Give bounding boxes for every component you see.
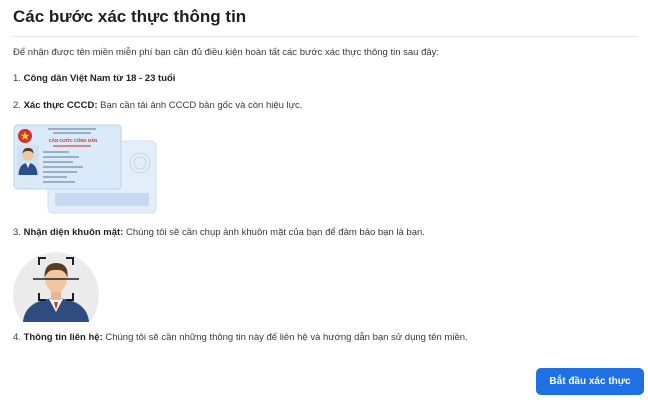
step-2-number: 2.: [13, 100, 21, 111]
intro-text: Để nhận được tên miền miễn phí bạn cần đ…: [13, 47, 440, 58]
step-1: 1. Công dân Việt Nam từ 18 - 23 tuổi: [13, 73, 175, 84]
step-3-label: Nhận diện khuôn mặt:: [23, 227, 124, 238]
step-4-desc: Chúng tôi sẽ cần những thông tin này để …: [105, 332, 468, 343]
step-3-desc: Chúng tôi sẽ cần chụp ảnh khuôn mặt của …: [125, 227, 425, 238]
cccd-illustration: CĂN CƯỚC CÔNG DÂN: [13, 124, 157, 214]
card-header: CĂN CƯỚC CÔNG DÂN: [49, 138, 98, 143]
start-verification-button[interactable]: Bắt đầu xác thực: [536, 368, 644, 395]
page-title: Các bước xác thực thông tin: [13, 7, 247, 26]
step-2-label: Xác thực CCCD:: [23, 100, 98, 111]
step-2: 2. Xác thực CCCD: Bạn cần tải ảnh CCCD b…: [13, 100, 302, 111]
step-3: 3. Nhận diện khuôn mặt: Chúng tôi sẽ cần…: [13, 227, 425, 238]
step-3-number: 3.: [13, 227, 21, 238]
step-2-desc: Bạn cần tải ảnh CCCD bản gốc và còn hiệu…: [100, 100, 303, 111]
step-4-label: Thông tin liên hệ:: [23, 332, 103, 343]
title-divider: [13, 36, 638, 37]
step-1-number: 1.: [13, 73, 21, 84]
step-1-label: Công dân Việt Nam từ 18 - 23 tuổi: [23, 73, 176, 84]
face-recognition-illustration: [13, 252, 99, 322]
step-4-number: 4.: [13, 332, 21, 343]
step-4: 4. Thông tin liên hệ: Chúng tôi sẽ cần n…: [13, 332, 468, 343]
